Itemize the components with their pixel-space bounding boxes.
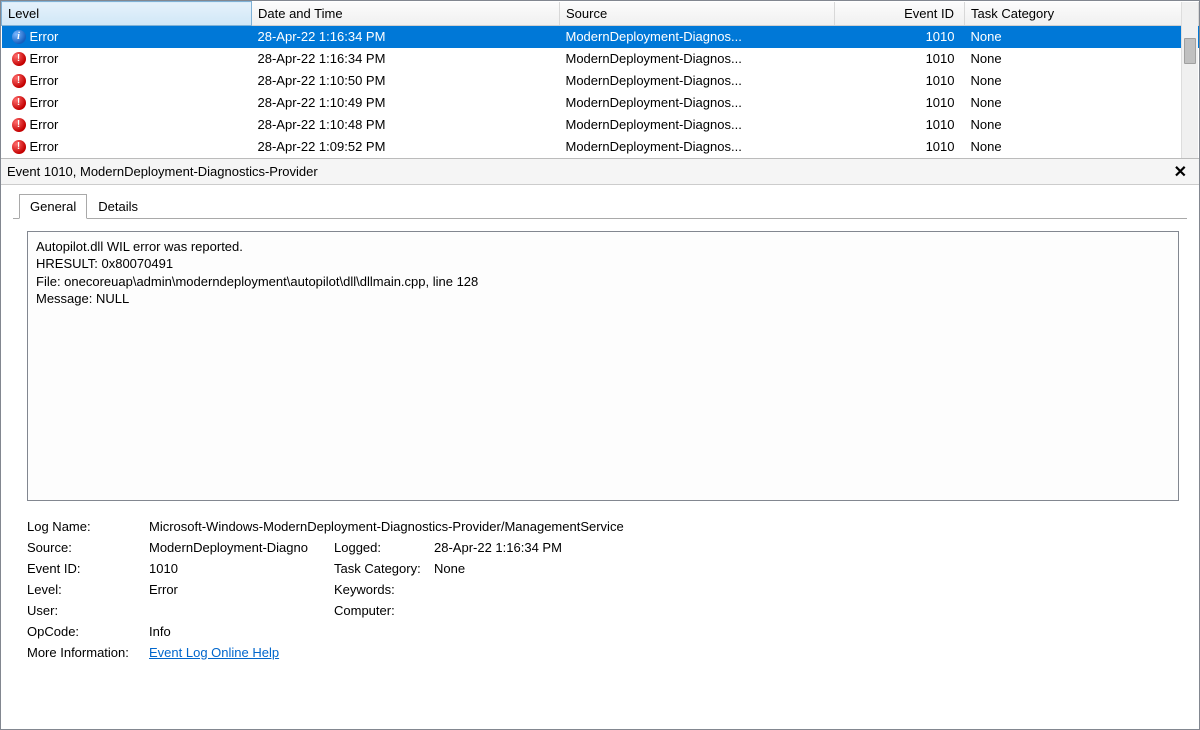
cell-category: None	[965, 136, 1199, 158]
col-header-eventid[interactable]: Event ID	[835, 2, 965, 26]
cell-eventid: 1010	[835, 136, 965, 158]
label-logged: Logged:	[334, 540, 434, 555]
error-icon	[12, 96, 26, 110]
cell-category: None	[965, 92, 1199, 114]
tab-general[interactable]: General	[19, 194, 87, 219]
value-source: ModernDeployment-Diagno	[149, 540, 334, 555]
value-logged: 28-Apr-22 1:16:34 PM	[434, 540, 1179, 555]
value-eventid: 1010	[149, 561, 334, 576]
col-header-level[interactable]: Level	[2, 2, 252, 26]
cell-datetime: 28-Apr-22 1:16:34 PM	[252, 48, 560, 70]
cell-datetime: 28-Apr-22 1:09:52 PM	[252, 136, 560, 158]
tab-details[interactable]: Details	[87, 194, 149, 219]
cell-category: None	[965, 26, 1199, 48]
detail-title: Event 1010, ModernDeployment-Diagnostics…	[7, 164, 318, 179]
cell-source: ModernDeployment-Diagnos...	[560, 70, 835, 92]
col-header-category[interactable]: Task Category	[965, 2, 1199, 26]
value-opcode: Info	[149, 624, 1179, 639]
table-row[interactable]: Error 28-Apr-22 1:10:50 PMModernDeploymen…	[2, 70, 1199, 92]
cell-source: ModernDeployment-Diagnos...	[560, 136, 835, 158]
error-icon	[12, 74, 26, 88]
cell-datetime: 28-Apr-22 1:16:34 PM	[252, 26, 560, 48]
cell-source: ModernDeployment-Diagnos...	[560, 48, 835, 70]
table-row[interactable]: Error 28-Apr-22 1:09:52 PMModernDeploymen…	[2, 136, 1199, 158]
cell-level: Error	[30, 95, 59, 110]
cell-category: None	[965, 48, 1199, 70]
error-icon	[12, 118, 26, 132]
cell-level: Error	[30, 117, 59, 132]
cell-eventid: 1010	[835, 70, 965, 92]
cell-category: None	[965, 114, 1199, 136]
event-message: Autopilot.dll WIL error was reported. HR…	[27, 231, 1179, 501]
label-user: User:	[27, 603, 149, 618]
cell-eventid: 1010	[835, 92, 965, 114]
cell-eventid: 1010	[835, 26, 965, 48]
event-log-help-link[interactable]: Event Log Online Help	[149, 645, 279, 660]
scrollbar-thumb[interactable]	[1184, 38, 1196, 64]
label-source: Source:	[27, 540, 149, 555]
value-category: None	[434, 561, 1179, 576]
label-opcode: OpCode:	[27, 624, 149, 639]
col-header-datetime[interactable]: Date and Time	[252, 2, 560, 26]
error-icon	[12, 140, 26, 154]
cell-datetime: 28-Apr-22 1:10:50 PM	[252, 70, 560, 92]
table-row[interactable]: Error 28-Apr-22 1:16:34 PMModernDeploymen…	[2, 26, 1199, 48]
cell-source: ModernDeployment-Diagnos...	[560, 92, 835, 114]
value-user	[149, 603, 334, 618]
error-icon	[12, 52, 26, 66]
label-logname: Log Name:	[27, 519, 149, 534]
cell-source: ModernDeployment-Diagnos...	[560, 26, 835, 48]
label-category: Task Category:	[334, 561, 434, 576]
table-row[interactable]: Error 28-Apr-22 1:10:48 PMModernDeploymen…	[2, 114, 1199, 136]
label-moreinfo: More Information:	[27, 645, 149, 660]
value-logname: Microsoft-Windows-ModernDeployment-Diagn…	[149, 519, 1179, 534]
cell-category: None	[965, 70, 1199, 92]
table-row[interactable]: Error 28-Apr-22 1:16:34 PMModernDeploymen…	[2, 48, 1199, 70]
cell-datetime: 28-Apr-22 1:10:48 PM	[252, 114, 560, 136]
vertical-scrollbar[interactable]	[1181, 2, 1198, 158]
close-icon[interactable]: ✕	[1170, 162, 1191, 182]
col-header-source[interactable]: Source	[560, 2, 835, 26]
label-level: Level:	[27, 582, 149, 597]
event-table: Level Date and Time Source Event ID Task…	[1, 1, 1199, 158]
value-level: Error	[149, 582, 334, 597]
cell-level: Error	[30, 139, 59, 154]
table-row[interactable]: Error 28-Apr-22 1:10:49 PMModernDeploymen…	[2, 92, 1199, 114]
label-computer: Computer:	[334, 603, 434, 618]
cell-level: Error	[30, 73, 59, 88]
cell-eventid: 1010	[835, 114, 965, 136]
value-computer	[434, 603, 1179, 618]
label-keywords: Keywords:	[334, 582, 434, 597]
cell-eventid: 1010	[835, 48, 965, 70]
info-icon	[12, 30, 26, 44]
value-keywords	[434, 582, 1179, 597]
cell-datetime: 28-Apr-22 1:10:49 PM	[252, 92, 560, 114]
cell-level: Error	[30, 29, 59, 44]
label-eventid: Event ID:	[27, 561, 149, 576]
cell-source: ModernDeployment-Diagnos...	[560, 114, 835, 136]
cell-level: Error	[30, 51, 59, 66]
